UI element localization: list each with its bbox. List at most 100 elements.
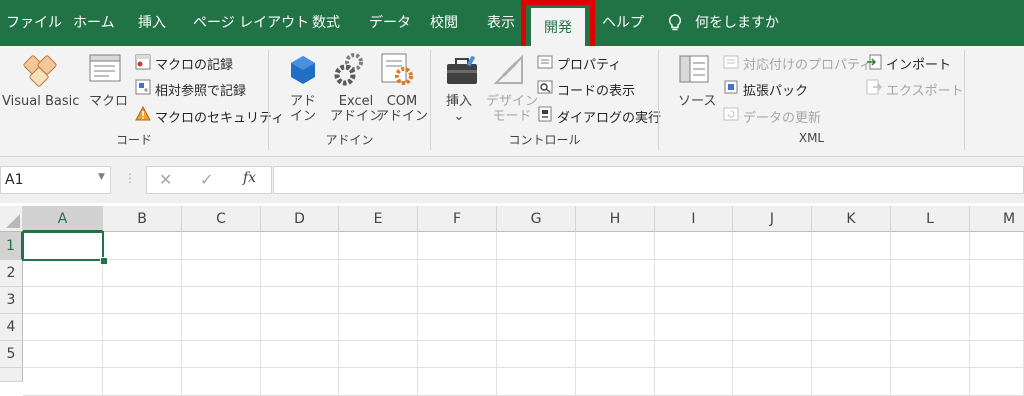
grid-cell[interactable] bbox=[418, 287, 497, 314]
select-all-corner[interactable] bbox=[0, 206, 23, 232]
grid-cell[interactable] bbox=[339, 341, 418, 368]
refresh-data-button[interactable]: データの更新 bbox=[743, 107, 821, 126]
grid-cell[interactable] bbox=[655, 287, 733, 314]
grid-cell[interactable] bbox=[339, 314, 418, 341]
column-header[interactable]: E bbox=[339, 206, 418, 232]
grid-cell[interactable] bbox=[891, 260, 970, 287]
tab-help[interactable]: ヘルプ bbox=[602, 0, 644, 46]
active-cell[interactable] bbox=[22, 231, 104, 261]
record-macro-button[interactable]: マクロの記録 bbox=[155, 54, 233, 73]
grid-cell[interactable] bbox=[733, 287, 812, 314]
grid-cell[interactable] bbox=[103, 287, 182, 314]
grid-cell[interactable] bbox=[182, 287, 261, 314]
tab-file[interactable]: ファイル bbox=[6, 0, 62, 46]
grid-cell[interactable] bbox=[182, 368, 261, 396]
column-header[interactable]: I bbox=[655, 206, 733, 232]
name-box[interactable]: A1 ▼ bbox=[0, 166, 111, 194]
grid-cell[interactable] bbox=[891, 232, 970, 260]
grid-cell[interactable] bbox=[970, 260, 1024, 287]
grid-cell[interactable] bbox=[733, 260, 812, 287]
row-header[interactable]: 3 bbox=[0, 287, 23, 314]
grid-cell[interactable] bbox=[418, 232, 497, 260]
insert-control-button[interactable]: 挿入 ⌄ bbox=[446, 94, 472, 124]
grid-cell[interactable] bbox=[103, 314, 182, 341]
properties-button[interactable]: プロパティ bbox=[557, 54, 621, 73]
grid-cell[interactable] bbox=[261, 368, 339, 396]
grid-cell[interactable] bbox=[261, 341, 339, 368]
macro-button[interactable]: マクロ bbox=[89, 94, 128, 109]
grid-cell[interactable] bbox=[103, 368, 182, 396]
tab-home[interactable]: ホーム bbox=[73, 0, 115, 46]
enter-check-icon[interactable]: ✓ bbox=[200, 170, 213, 189]
visual-basic-button[interactable]: Visual Basic bbox=[2, 94, 79, 109]
grid-cell[interactable] bbox=[23, 260, 103, 287]
tab-page-layout[interactable]: ページ レイアウト bbox=[193, 0, 309, 46]
column-header[interactable]: D bbox=[261, 206, 339, 232]
export-button[interactable]: エクスポート bbox=[886, 80, 964, 99]
grid-cell[interactable] bbox=[418, 260, 497, 287]
grid-cell[interactable] bbox=[970, 287, 1024, 314]
grid-cell[interactable] bbox=[891, 287, 970, 314]
relative-reference-button[interactable]: 相対参照で記録 bbox=[155, 80, 246, 99]
grid-cell[interactable] bbox=[812, 341, 891, 368]
grid-cell[interactable] bbox=[970, 368, 1024, 396]
grid-cell[interactable] bbox=[339, 260, 418, 287]
grid-cell[interactable] bbox=[812, 287, 891, 314]
grid-cell[interactable] bbox=[891, 368, 970, 396]
map-properties-button[interactable]: 対応付けのプロパティ bbox=[743, 54, 872, 73]
insert-function-button[interactable]: fx bbox=[243, 170, 256, 186]
grid-cell[interactable] bbox=[182, 232, 261, 260]
grid-cell[interactable] bbox=[497, 287, 576, 314]
cancel-icon[interactable]: ✕ bbox=[159, 170, 172, 189]
grid-cell[interactable] bbox=[812, 232, 891, 260]
grid-cell[interactable] bbox=[733, 232, 812, 260]
addin-button[interactable]: アド イン bbox=[290, 94, 316, 124]
formula-input[interactable] bbox=[273, 166, 1024, 194]
column-header[interactable]: B bbox=[103, 206, 182, 232]
grid-cell[interactable] bbox=[182, 260, 261, 287]
row-header[interactable] bbox=[0, 368, 23, 382]
grid-cell[interactable] bbox=[970, 341, 1024, 368]
grid-cell[interactable] bbox=[103, 232, 182, 260]
grid-cell[interactable] bbox=[261, 260, 339, 287]
column-header[interactable]: F bbox=[418, 206, 497, 232]
grid-cell[interactable] bbox=[497, 314, 576, 341]
column-header[interactable]: C bbox=[182, 206, 261, 232]
grid-cell[interactable] bbox=[182, 341, 261, 368]
grid-cell[interactable] bbox=[339, 368, 418, 396]
grid-cell[interactable] bbox=[497, 341, 576, 368]
run-dialog-button[interactable]: ダイアログの実行 bbox=[557, 107, 661, 126]
grid-cell[interactable] bbox=[970, 232, 1024, 260]
grid-cell[interactable] bbox=[812, 260, 891, 287]
grid-cell[interactable] bbox=[576, 287, 655, 314]
grid-cell[interactable] bbox=[497, 368, 576, 396]
grid-cell[interactable] bbox=[497, 260, 576, 287]
grid-cell[interactable] bbox=[103, 341, 182, 368]
grid-cell[interactable] bbox=[261, 287, 339, 314]
drag-handle-icon[interactable]: ⋮ bbox=[124, 171, 136, 185]
grid-cell[interactable] bbox=[655, 260, 733, 287]
grid-cell[interactable] bbox=[733, 341, 812, 368]
grid-cell[interactable] bbox=[576, 341, 655, 368]
macro-security-button[interactable]: マクロのセキュリティ bbox=[155, 107, 284, 126]
grid-cell[interactable] bbox=[576, 368, 655, 396]
grid-cell[interactable] bbox=[576, 260, 655, 287]
column-header[interactable]: G bbox=[497, 206, 576, 232]
row-header[interactable]: 2 bbox=[0, 260, 23, 287]
grid-cell[interactable] bbox=[23, 341, 103, 368]
grid-cell[interactable] bbox=[418, 314, 497, 341]
import-button[interactable]: インポート bbox=[886, 54, 951, 73]
grid-cell[interactable] bbox=[891, 314, 970, 341]
tab-review[interactable]: 校閲 bbox=[430, 0, 458, 46]
grid-cell[interactable] bbox=[576, 314, 655, 341]
xml-source-button[interactable]: ソース bbox=[678, 94, 716, 109]
grid-cell[interactable] bbox=[812, 314, 891, 341]
grid-cell[interactable] bbox=[339, 287, 418, 314]
grid-cell[interactable] bbox=[733, 368, 812, 396]
grid-cell[interactable] bbox=[418, 341, 497, 368]
grid-cell[interactable] bbox=[655, 341, 733, 368]
excel-addin-button[interactable]: Excel アドイン bbox=[330, 94, 382, 124]
grid-cell[interactable] bbox=[812, 368, 891, 396]
grid-cell[interactable] bbox=[23, 314, 103, 341]
tab-formulas[interactable]: 数式 bbox=[312, 0, 340, 46]
